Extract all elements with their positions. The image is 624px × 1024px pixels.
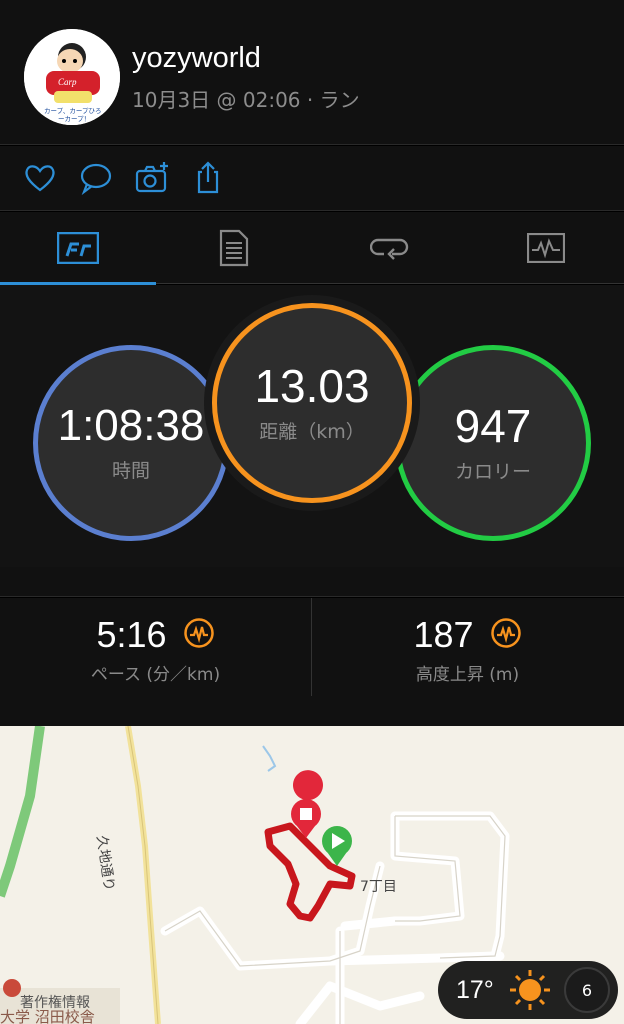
elevation-value-row: 187 xyxy=(312,614,623,656)
time-label: 時間 xyxy=(111,459,150,482)
calories-label: カロリー xyxy=(454,460,531,483)
distance-ring[interactable]: 13.03 距離（km） xyxy=(212,303,412,503)
time-ring[interactable]: 1:08:38 時間 xyxy=(33,345,229,541)
action-bar xyxy=(0,146,624,211)
sun-icon xyxy=(510,970,550,1010)
overview-icon xyxy=(57,232,99,264)
tab-laps[interactable] xyxy=(312,212,468,284)
add-photo-icon[interactable] xyxy=(134,160,170,196)
spacer xyxy=(0,696,624,726)
comment-icon[interactable] xyxy=(78,160,114,196)
tab-graph[interactable] xyxy=(468,212,624,284)
graph-icon xyxy=(527,233,565,263)
metrics-row: 5:16 ペース (分／km) 187 高度上昇 (m) xyxy=(0,598,624,696)
details-icon xyxy=(219,229,249,267)
pace-value-row: 5:16 xyxy=(0,614,311,656)
calories-ring[interactable]: 947 カロリー xyxy=(395,345,591,541)
distance-value: 13.03 xyxy=(254,359,370,412)
spacer xyxy=(0,567,624,597)
activity-meta: 10月3日 @ 02:06 · ラン xyxy=(132,88,360,112)
place-label: 大学 沼田校舎 xyxy=(0,1008,95,1024)
tab-overview[interactable] xyxy=(0,212,156,285)
pace-label: ペース (分／km) xyxy=(90,665,221,685)
elevation-chart-icon[interactable] xyxy=(490,617,522,649)
weather-badge[interactable]: 17° 6 xyxy=(438,961,618,1019)
elevation-value: 187 xyxy=(413,614,474,655)
pace-value: 5:16 xyxy=(96,614,167,655)
svg-text:カープ、カープひろ: カープ、カープひろ xyxy=(44,107,102,115)
pace-metric[interactable]: 5:16 ペース (分／km) xyxy=(0,598,311,696)
tab-details[interactable] xyxy=(156,212,312,284)
poi-icon xyxy=(3,979,21,997)
wind-speed: 6 xyxy=(581,980,593,1000)
svg-text:ーカープ！: ーカープ！ xyxy=(58,115,90,123)
heart-icon[interactable] xyxy=(22,160,58,196)
time-value: 1:08:38 xyxy=(57,400,205,450)
elevation-metric[interactable]: 187 高度上昇 (m) xyxy=(312,598,623,696)
share-icon[interactable] xyxy=(190,160,226,196)
svg-text:Carp: Carp xyxy=(58,77,77,87)
tab-bar xyxy=(0,212,624,285)
pace-chart-icon[interactable] xyxy=(183,617,215,649)
summary-rings: 1:08:38 時間 947 カロリー 13.03 距離（km） xyxy=(0,285,624,567)
avatar-illustration: Carp カープ、カープひろ ーカープ！ xyxy=(24,29,120,125)
block-label: 7丁目 xyxy=(360,879,397,895)
elevation-label: 高度上昇 (m) xyxy=(415,665,520,685)
activity-header: Carp カープ、カープひろ ーカープ！ yozyworld 10月3日 @ 0… xyxy=(0,0,624,145)
distance-label: 距離（km） xyxy=(259,420,365,443)
calories-value: 947 xyxy=(454,399,532,452)
laps-icon xyxy=(370,238,409,260)
username[interactable]: yozyworld xyxy=(132,42,261,75)
wind-indicator: 6 xyxy=(564,967,610,1013)
temperature: 17° xyxy=(456,976,494,1004)
avatar[interactable]: Carp カープ、カープひろ ーカープ！ xyxy=(24,29,120,125)
metrics-divider xyxy=(311,598,312,696)
